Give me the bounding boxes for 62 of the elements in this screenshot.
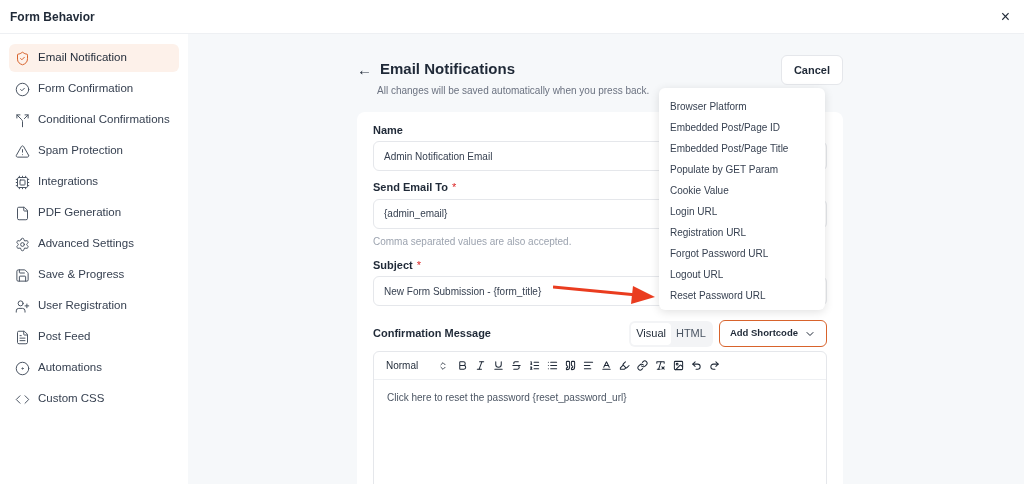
sidebar-item[interactable]: Save & Progress (9, 261, 179, 289)
sidebar-item[interactable]: Custom CSS (9, 385, 179, 413)
window-title: Form Behavior (10, 8, 95, 26)
underline-icon[interactable] (493, 360, 505, 371)
field-hint: Comma separated values are also accepted. (373, 234, 572, 249)
back-button[interactable]: ← (357, 61, 372, 77)
bullet-list-icon[interactable] (547, 360, 559, 371)
check-circle-icon (15, 81, 30, 97)
mode-tab[interactable]: HTML (670, 322, 711, 345)
link-icon[interactable] (637, 360, 649, 371)
field-label: Send Email To (373, 180, 448, 195)
menu-item[interactable]: Forgot Password URL (659, 243, 825, 264)
menu-item[interactable]: Browser Platform (659, 96, 825, 117)
text-color-icon[interactable] (601, 360, 613, 371)
align-icon[interactable] (583, 360, 595, 371)
clear-format-icon[interactable] (655, 360, 667, 371)
file-icon (15, 205, 30, 221)
document-icon (15, 329, 30, 345)
warning-triangle-icon (15, 143, 30, 159)
undo-icon[interactable] (691, 360, 703, 371)
mode-tab[interactable]: Visual (631, 322, 671, 345)
close-button[interactable]: × (996, 8, 1014, 25)
menu-item[interactable]: Cookie Value (659, 180, 825, 201)
page-title: Email Notifications (380, 59, 516, 79)
user-plus-icon (15, 298, 30, 314)
menu-item[interactable]: Embedded Post/Page Title (659, 138, 825, 159)
page-subtitle: All changes will be saved automatically when you press back. (377, 83, 650, 98)
up-down-icon (438, 360, 449, 371)
sidebar-item[interactable]: Email Notification (9, 44, 179, 72)
required-mark: * (452, 180, 457, 195)
cancel-button[interactable]: Cancel (780, 55, 843, 85)
sidebar-item[interactable]: Spam Protection (9, 137, 179, 165)
required-mark: * (416, 257, 421, 273)
sidebar-item[interactable]: Advanced Settings (9, 230, 179, 258)
numbered-list-icon[interactable] (529, 360, 541, 371)
highlight-icon[interactable] (619, 360, 631, 371)
add-shortcode-button[interactable]: Add Shortcode (718, 320, 827, 347)
sidebar-item[interactable]: Conditional Confirmations (9, 106, 179, 134)
sidebar-item[interactable]: User Registration (9, 292, 179, 320)
split-arrows-icon (15, 112, 30, 128)
sidebar-item[interactable]: PDF Generation (9, 199, 179, 227)
format-select[interactable]: Normal (386, 358, 449, 373)
editor-text: Click here to reset the password {reset_password_url} (386, 391, 628, 405)
menu-item[interactable]: Embedded Post/Page ID (659, 117, 825, 138)
bold-icon[interactable] (457, 360, 469, 371)
sidebar-item[interactable]: Post Feed (9, 323, 179, 351)
strikethrough-icon[interactable] (511, 360, 523, 371)
image-icon[interactable] (673, 360, 685, 371)
sidebar-item[interactable]: Integrations (9, 168, 179, 196)
sidebar-item[interactable]: Form Confirmation (9, 75, 179, 103)
menu-item[interactable]: Reset Password URL (659, 285, 825, 306)
chip-icon (15, 174, 30, 190)
redo-icon[interactable] (709, 360, 721, 371)
gear-icon (15, 236, 30, 252)
shield-check-icon (15, 50, 30, 66)
field-label: Subject (373, 257, 413, 273)
field-label: Name (373, 122, 403, 138)
italic-icon[interactable] (475, 360, 487, 371)
quote-icon[interactable] (565, 360, 577, 371)
menu-item[interactable]: Login URL (659, 201, 825, 222)
sidebar-item[interactable]: Automations (9, 354, 179, 382)
field-label: Confirmation Message (373, 326, 491, 342)
